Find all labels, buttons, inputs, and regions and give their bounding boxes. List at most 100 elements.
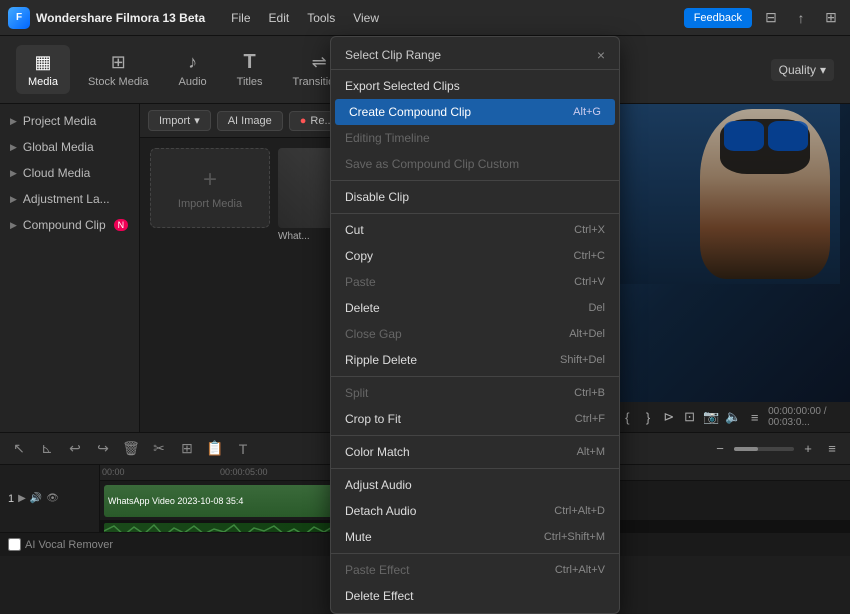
tab-audio[interactable]: ♪ Audio: [167, 45, 219, 94]
cut-tool[interactable]: ✂: [148, 438, 170, 460]
sidebar: ▶ Project Media ▶ Global Media ▶ Cloud M…: [0, 104, 140, 432]
zoom-slider[interactable]: [734, 447, 794, 451]
ctx-export-selected[interactable]: Export Selected Clips: [331, 73, 619, 99]
zoom-in-icon[interactable]: +: [798, 439, 818, 459]
ctx-crop-to-fit[interactable]: Crop to Fit Ctrl+F: [331, 406, 619, 432]
cloud-icon[interactable]: ↑: [790, 7, 812, 29]
right-brace-icon[interactable]: }: [641, 407, 656, 427]
paste-tool[interactable]: 📋: [204, 438, 226, 460]
snapshot-icon[interactable]: 📷: [703, 407, 719, 427]
more-icon[interactable]: ≡: [822, 439, 842, 459]
audio-icon[interactable]: 🔊: [30, 493, 42, 504]
zoom-out-icon[interactable]: −: [710, 439, 730, 459]
tab-media[interactable]: ▦ Media: [16, 45, 70, 94]
chevron-icon: ▶: [10, 142, 17, 153]
ctx-sep-2: [331, 213, 619, 214]
chevron-icon: ▶: [10, 116, 17, 127]
ctx-detach-audio[interactable]: Detach Audio Ctrl+Alt+D: [331, 498, 619, 524]
sidebar-item-cloud-media[interactable]: ▶ Cloud Media: [0, 160, 139, 186]
sidebar-item-adjustment-la[interactable]: ▶ Adjustment La...: [0, 186, 139, 212]
logo-area: F Wondershare Filmora 13 Beta: [8, 7, 205, 29]
ctx-sep-4: [331, 435, 619, 436]
snap-tool[interactable]: ⊾: [36, 438, 58, 460]
ctx-copy[interactable]: Copy Ctrl+C: [331, 243, 619, 269]
topbar-right: Feedback ⊟ ↑ ⊞: [684, 7, 842, 29]
ai-image-button[interactable]: AI Image: [217, 111, 283, 131]
quality-selector[interactable]: Quality ▾: [771, 59, 834, 81]
video-track-icon: ▶: [18, 493, 26, 504]
time-5: 00:00:05:00: [220, 467, 268, 477]
ctx-save-compound-custom: Save as Compound Clip Custom: [331, 151, 619, 177]
menu-file[interactable]: File: [223, 7, 258, 29]
audio-ctrl-icon[interactable]: 🔈: [725, 407, 741, 427]
select-tool[interactable]: ↖: [8, 438, 30, 460]
ctx-sep-1: [331, 180, 619, 181]
ctx-adjust-audio[interactable]: Adjust Audio: [331, 472, 619, 498]
rec-icon: ●: [300, 115, 307, 127]
topbar: F Wondershare Filmora 13 Beta File Edit …: [0, 0, 850, 36]
dropdown-icon: ▾: [194, 114, 200, 127]
audio-icon: ♪: [181, 51, 205, 73]
context-menu: Select Clip Range × Export Selected Clip…: [330, 36, 620, 614]
app-title: Wondershare Filmora 13 Beta: [36, 11, 205, 25]
ctx-disable-clip[interactable]: Disable Clip: [331, 184, 619, 210]
track-header-1: 1 ▶ 🔊 👁: [8, 493, 91, 505]
preview-time: 00:00:00:00 / 00:03:0...: [768, 406, 844, 428]
ctx-editing-timeline: Editing Timeline: [331, 125, 619, 151]
transitions-icon: ⇌: [307, 51, 331, 73]
chevron-icon: ▶: [10, 168, 17, 179]
mark-icon[interactable]: ⊳: [661, 407, 676, 427]
media-icon: ▦: [31, 51, 55, 73]
ctx-sep-6: [331, 553, 619, 554]
delete-tool[interactable]: 🗑: [120, 438, 142, 460]
logo-icon: F: [8, 7, 30, 29]
ai-vocal-label: AI Vocal Remover: [25, 539, 113, 551]
copy-tool[interactable]: ⊞: [176, 438, 198, 460]
ctx-sep-3: [331, 376, 619, 377]
tab-stock-media[interactable]: ⊞ Stock Media: [76, 45, 161, 94]
ctx-create-compound[interactable]: Create Compound Clip Alt+G: [335, 99, 615, 125]
undo-tool[interactable]: ↩: [64, 438, 86, 460]
ctx-close-gap: Close Gap Alt+Del: [331, 321, 619, 347]
import-button[interactable]: Import ▾: [148, 110, 211, 131]
ctx-sep-5: [331, 468, 619, 469]
ctx-delete[interactable]: Delete Del: [331, 295, 619, 321]
redo-tool[interactable]: ↪: [92, 438, 114, 460]
text-tool[interactable]: T: [232, 438, 254, 460]
ai-vocal-checkbox[interactable]: [8, 538, 21, 551]
sidebar-item-global-media[interactable]: ▶ Global Media: [0, 134, 139, 160]
ctx-color-match[interactable]: Color Match Alt+M: [331, 439, 619, 465]
tab-titles[interactable]: T Titles: [225, 45, 275, 94]
context-menu-close[interactable]: ×: [597, 47, 605, 63]
chevron-icon: ▶: [10, 220, 17, 231]
menu-bar: File Edit Tools View: [223, 7, 387, 29]
monitor-icon[interactable]: ⊟: [760, 7, 782, 29]
grid-icon[interactable]: ⊞: [820, 7, 842, 29]
sidebar-item-compound-clip[interactable]: ▶ Compound Clip N: [0, 212, 139, 238]
chevron-down-icon: ▾: [820, 63, 826, 77]
chevron-icon: ▶: [10, 194, 17, 205]
plus-icon: +: [203, 166, 217, 194]
feedback-button[interactable]: Feedback: [684, 8, 752, 28]
menu-edit[interactable]: Edit: [261, 7, 298, 29]
context-menu-header: Select Clip Range ×: [331, 41, 619, 70]
stock-icon: ⊞: [106, 51, 130, 73]
ctx-paste: Paste Ctrl+V: [331, 269, 619, 295]
settings-icon[interactable]: ≡: [747, 407, 762, 427]
left-brace-icon[interactable]: {: [620, 407, 635, 427]
sidebar-item-project-media[interactable]: ▶ Project Media: [0, 108, 139, 134]
import-media-placeholder[interactable]: + Import Media: [150, 148, 270, 228]
ctx-paste-effect: Paste Effect Ctrl+Alt+V: [331, 557, 619, 583]
timeline-right: − + ≡: [710, 439, 842, 459]
ctx-ripple-delete[interactable]: Ripple Delete Shift+Del: [331, 347, 619, 373]
menu-tools[interactable]: Tools: [299, 7, 343, 29]
pip-icon[interactable]: ⊡: [682, 407, 697, 427]
new-badge: N: [114, 219, 129, 231]
ctx-delete-effect[interactable]: Delete Effect: [331, 583, 619, 609]
titles-icon: T: [238, 51, 262, 73]
track-number: 1: [8, 493, 14, 505]
ctx-mute[interactable]: Mute Ctrl+Shift+M: [331, 524, 619, 550]
ctx-cut[interactable]: Cut Ctrl+X: [331, 217, 619, 243]
menu-view[interactable]: View: [345, 7, 387, 29]
eye-icon[interactable]: 👁: [46, 493, 59, 504]
